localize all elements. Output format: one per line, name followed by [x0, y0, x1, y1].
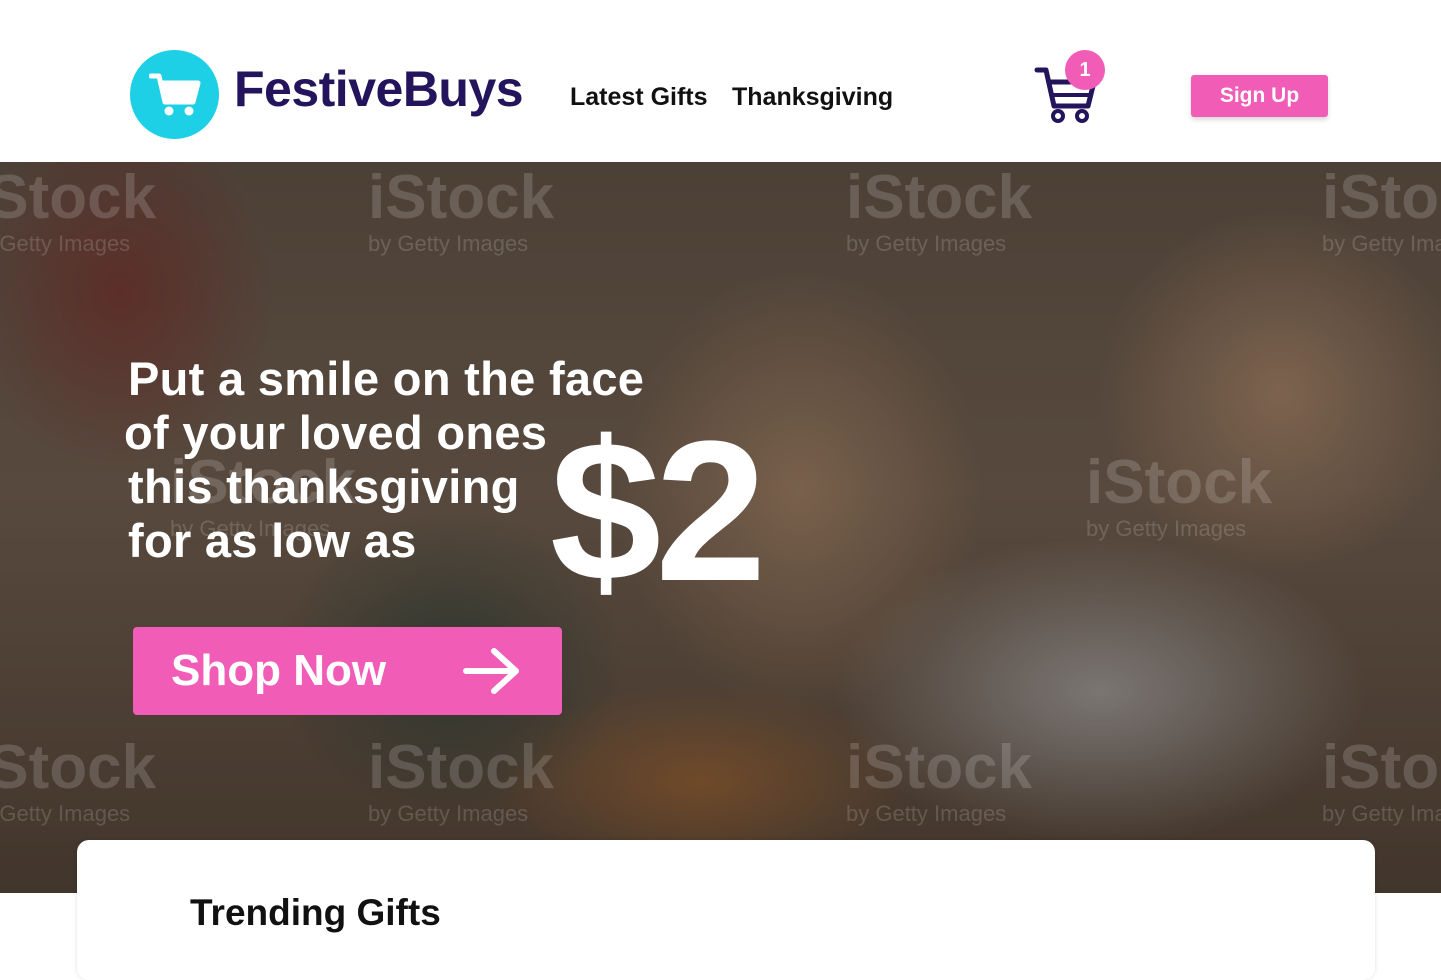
cart-count-badge: 1 [1065, 50, 1105, 90]
arrow-right-icon [463, 648, 519, 694]
hero-banner: iStockby Getty Images iStockby Getty Ima… [0, 162, 1441, 893]
shop-now-button[interactable]: Shop Now [133, 627, 562, 715]
nav-link-thanksgiving[interactable]: Thanksgiving [732, 83, 893, 112]
section-title: Trending Gifts [190, 892, 441, 933]
hero-price: $2 [550, 400, 766, 623]
hero-line: Put a smile on the face [128, 352, 645, 405]
brand-name[interactable]: FestiveBuys [234, 60, 524, 118]
logo[interactable] [130, 50, 219, 139]
shopping-cart-icon [148, 73, 200, 115]
shop-now-label: Shop Now [171, 646, 387, 695]
site-header: FestiveBuys Latest Gifts Thanksgiving 1 … [0, 0, 1441, 162]
sign-up-button[interactable]: Sign Up [1191, 75, 1328, 117]
nav-link-latest-gifts[interactable]: Latest Gifts [570, 83, 708, 112]
trending-gifts-section: Trending Gifts [77, 840, 1375, 980]
